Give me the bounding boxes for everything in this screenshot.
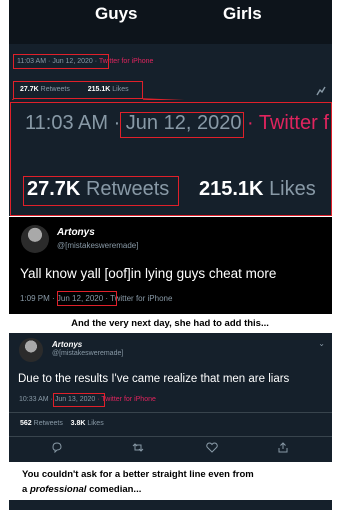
chevron-down-icon[interactable]: ⌄ — [318, 339, 325, 348]
avatar[interactable] — [21, 225, 49, 253]
caption-2-line-1: You couldn't ask for a better straight l… — [22, 469, 254, 480]
highlight-box — [53, 393, 105, 407]
likes-label[interactable]: Likes — [87, 420, 103, 427]
retweet-icon[interactable] — [132, 442, 144, 456]
next-panel-edge — [9, 500, 332, 510]
display-name[interactable]: Artonys — [52, 340, 82, 349]
like-icon[interactable] — [206, 442, 218, 456]
caption-2-pre: a — [22, 484, 28, 495]
user-handle[interactable]: @[mistakesweremade] — [52, 350, 123, 357]
divider — [9, 412, 332, 413]
caption-2: You couldn't ask for a better straight l… — [22, 467, 332, 497]
tweet-card-2: Artonys @[mistakesweremade] ⌄ Due to the… — [9, 333, 332, 462]
caption-2-line-2: a professional comedian... — [22, 482, 332, 497]
zoom-connector — [10, 98, 331, 108]
retweets-label[interactable]: Retweets — [34, 420, 63, 427]
tweet-time: 1:09 PM · — [20, 294, 55, 303]
tweet-time: 10:33 AM · — [19, 396, 53, 403]
tweet-text: Due to the results I've came realize tha… — [18, 373, 290, 385]
caption-2-emphasis: professional — [29, 484, 87, 495]
retweets-count: 562 — [20, 420, 32, 427]
divider — [9, 436, 332, 437]
user-handle[interactable]: @[mistakesweremade] — [57, 241, 138, 250]
highlight-box — [57, 291, 117, 306]
caption-2-post: comedian... — [89, 484, 142, 495]
reply-icon[interactable] — [51, 442, 63, 456]
likes-count: 3.8K — [70, 420, 86, 427]
zoom-frame — [10, 102, 332, 216]
caption-1: And the very next day, she had to add th… — [71, 318, 269, 329]
display-name[interactable]: Artonys — [57, 227, 95, 238]
tweet-card-1: Artonys @[mistakesweremade] Yall know ya… — [9, 217, 332, 314]
avatar[interactable] — [19, 338, 43, 362]
tweet-stats: 562 Retweets 3.8K Likes — [20, 420, 104, 427]
tweet-source[interactable]: · Twitter for iPhone — [97, 396, 156, 403]
tweet-text: Yall know yall [oof]in lying guys cheat … — [20, 266, 277, 281]
share-icon[interactable] — [277, 442, 289, 456]
